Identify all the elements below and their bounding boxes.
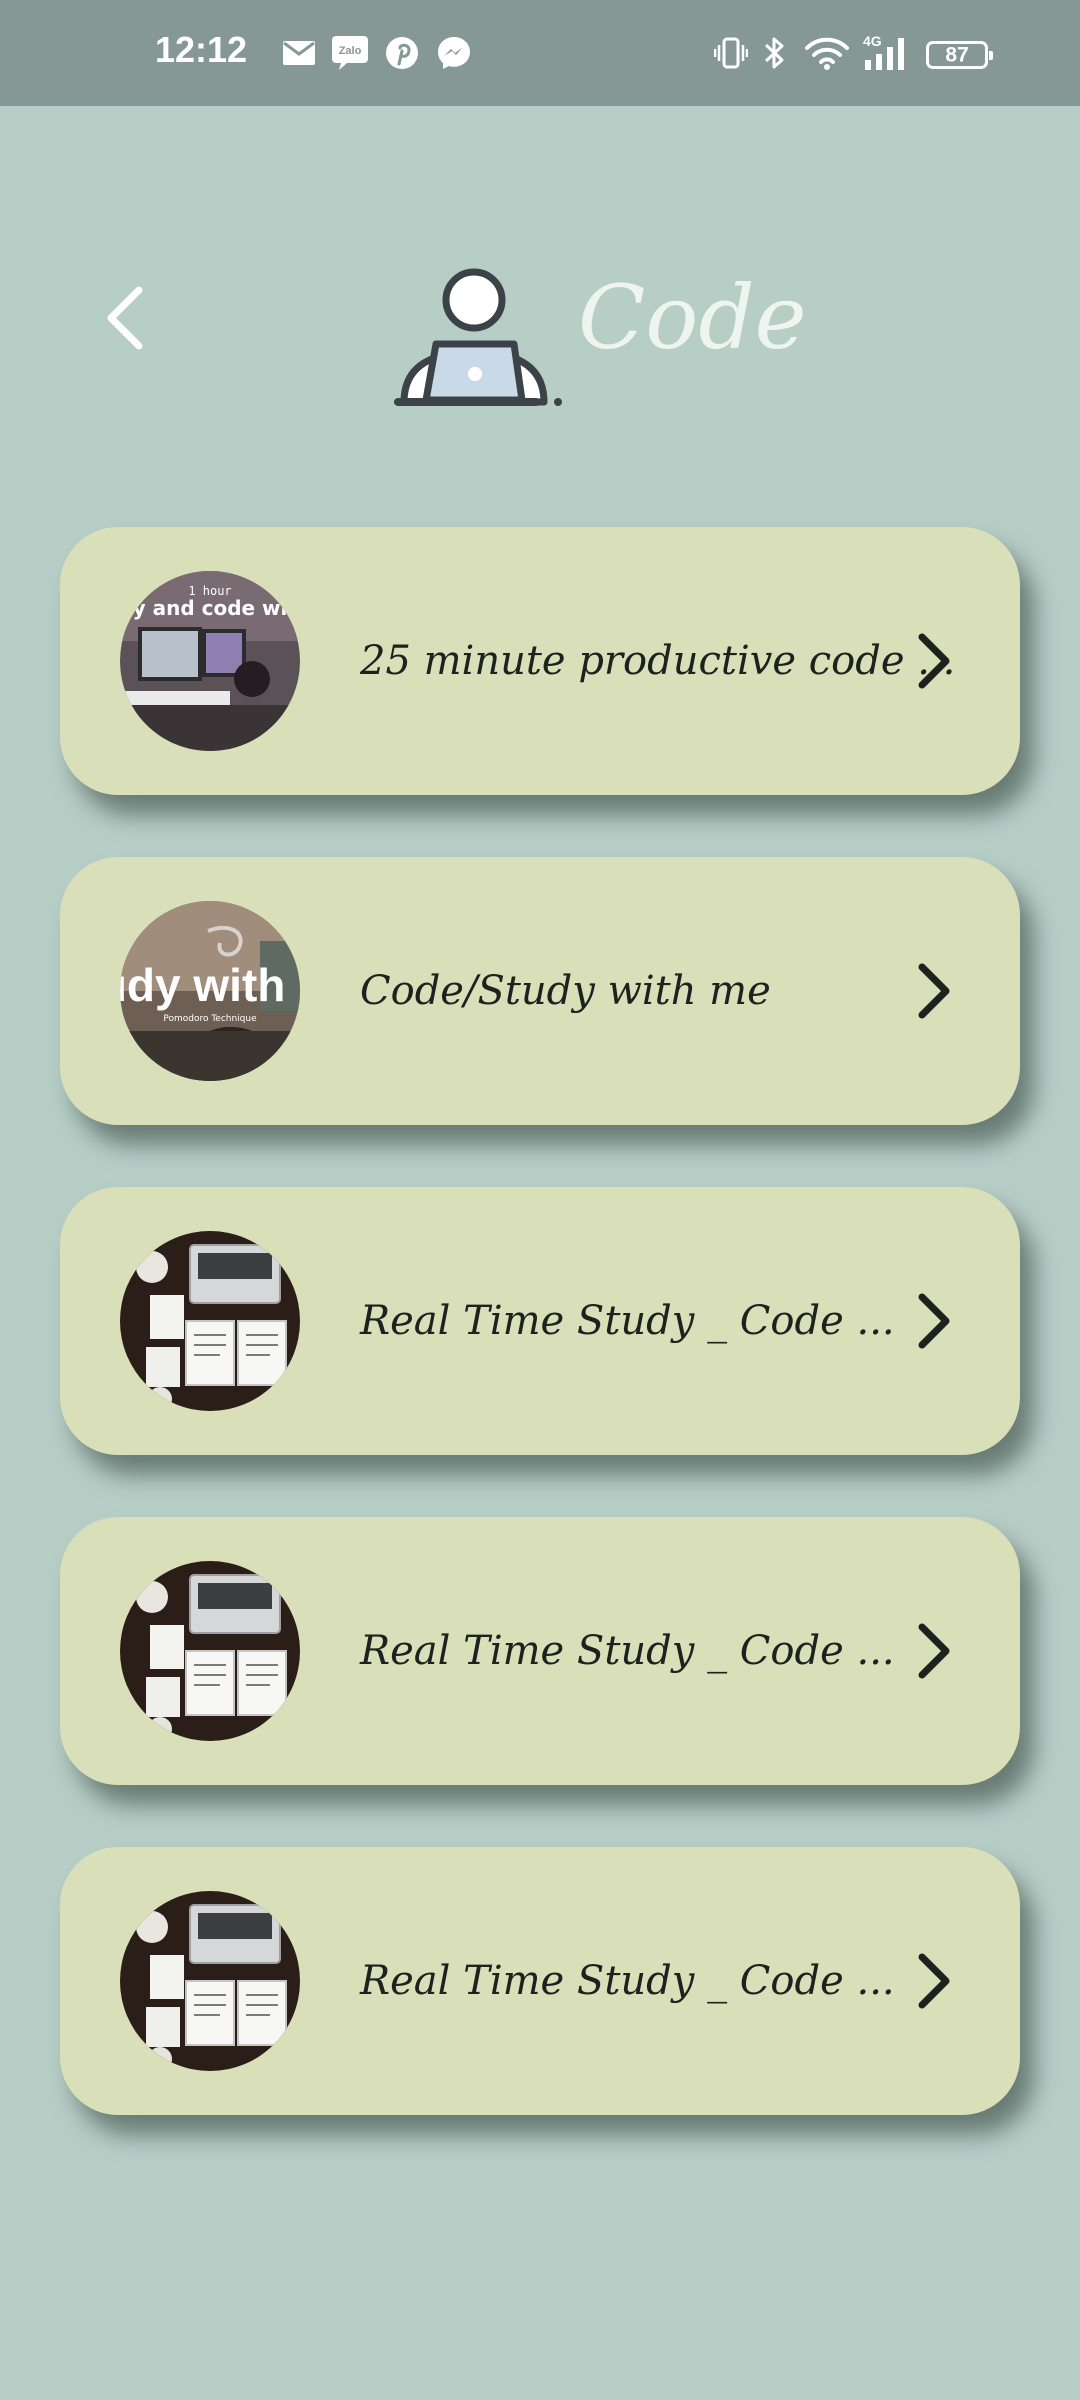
svg-text:Pomodoro Technique: Pomodoro Technique: [163, 1014, 257, 1024]
messenger-icon: [436, 35, 472, 71]
chevron-right-icon: [910, 1291, 960, 1351]
playlist-card[interactable]: Real Time Study _ Code ...: [60, 1187, 1020, 1455]
playlist-card[interactable]: Real Time Study _ Code ...: [60, 1517, 1020, 1785]
svg-text:tudy with M: tudy with M: [120, 959, 300, 1011]
chevron-right-icon: [910, 631, 960, 691]
person-laptop-icon: [390, 262, 570, 416]
playlist-card-title: Real Time Study _ Code ...: [360, 1298, 895, 1344]
vibrate-icon: [714, 37, 748, 69]
playlist-card[interactable]: tudy with M Pomodoro Technique Code/Stud…: [60, 857, 1020, 1125]
page-title: Code: [578, 266, 807, 369]
desk-laptop-thumbnail: [120, 1561, 300, 1741]
desk-laptop-thumbnail: [120, 1891, 300, 2071]
battery-icon: 87: [926, 41, 993, 69]
desk-laptop-thumbnail: [120, 1231, 300, 1411]
playlist-card[interactable]: 1 hour y and code wi 25 minute productiv…: [60, 527, 1020, 795]
bluetooth-icon: [763, 36, 787, 70]
battery-level: 87: [945, 43, 969, 67]
svg-text:Zalo: Zalo: [339, 45, 362, 57]
wifi-icon: [805, 36, 849, 70]
study-code-thumbnail: 1 hour y and code wi: [120, 571, 300, 751]
status-time: 12:12: [155, 29, 248, 70]
back-button[interactable]: [90, 270, 160, 370]
signal-icon: 4G: [863, 34, 913, 72]
pinterest-icon: [385, 36, 419, 70]
gmail-icon: [282, 40, 316, 66]
svg-text:y and code wi: y and code wi: [133, 596, 288, 620]
playlist-card[interactable]: Real Time Study _ Code ...: [60, 1847, 1020, 2115]
playlist-card-title: Real Time Study _ Code ...: [360, 1628, 895, 1674]
playlist-card-title: 25 minute productive code ...: [360, 638, 956, 684]
chevron-right-icon: [910, 1951, 960, 2011]
playlist-card-title: Real Time Study _ Code ...: [360, 1958, 895, 2004]
playlist-card-title: Code/Study with me: [360, 968, 771, 1014]
zalo-icon: Zalo: [331, 35, 369, 71]
chevron-right-icon: [910, 961, 960, 1021]
svg-text:4G: 4G: [863, 34, 882, 49]
study-with-me-thumbnail: tudy with M Pomodoro Technique: [120, 901, 300, 1081]
status-bar: 12:12 Zalo 4G 87: [0, 0, 1080, 106]
chevron-right-icon: [910, 1621, 960, 1681]
back-chevron-icon: [105, 286, 145, 354]
